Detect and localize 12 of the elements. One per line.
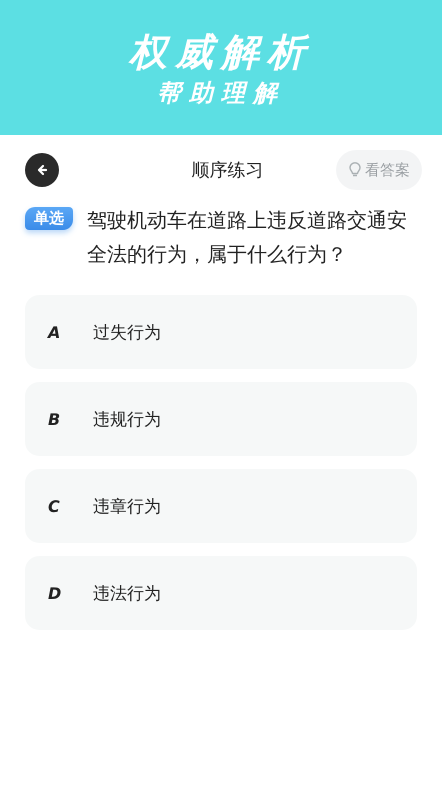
lightbulb-icon — [348, 162, 362, 178]
answer-option[interactable]: C 违章行为 — [25, 469, 417, 543]
back-arrow-icon — [36, 164, 48, 176]
answer-option[interactable]: B 违规行为 — [25, 382, 417, 456]
answer-option[interactable]: D 违法行为 — [25, 556, 417, 630]
page-title: 顺序练习 — [192, 159, 264, 182]
back-button[interactable] — [25, 153, 59, 187]
banner-title: 权威解析 — [129, 28, 313, 76]
question-text: 驾驶机动车在道路上违反道路交通安全法的行为，属于什么行为？ — [87, 207, 408, 268]
answer-option[interactable]: A 过失行为 — [25, 295, 417, 369]
question-type-badge: 单选 — [25, 207, 73, 230]
banner-subtitle: 帮助理解 — [157, 78, 285, 108]
